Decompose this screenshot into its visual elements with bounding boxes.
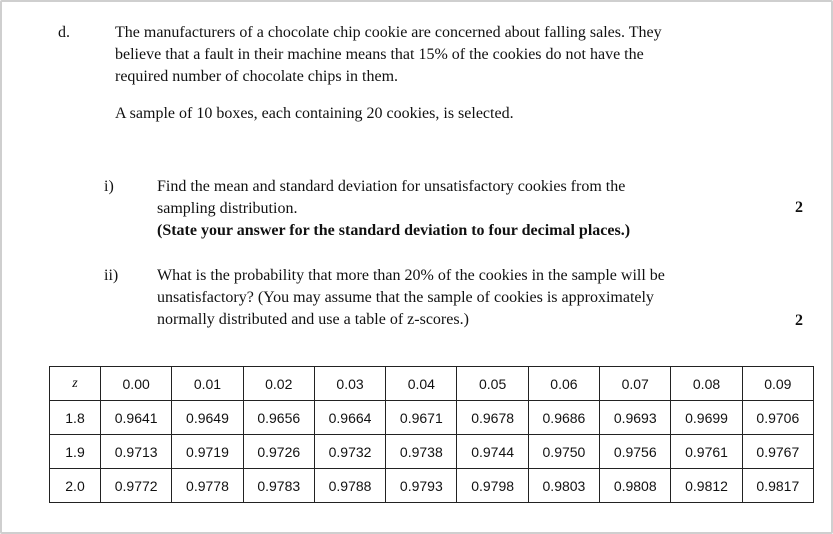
table-header-cell: 0.01: [171, 366, 244, 401]
table-header-cell: 0.05: [456, 366, 529, 401]
table-cell: 0.9817: [741, 468, 815, 503]
table-cell: 0.9798: [456, 468, 529, 503]
table-row: 2.0 0.9772 0.9778 0.9783 0.9788 0.9793 0…: [49, 468, 815, 503]
table-cell: 0.9803: [527, 468, 601, 503]
table-header-row: z 0.00 0.01 0.02 0.03 0.04 0.05 0.06 0.0…: [49, 366, 815, 401]
part-ii-line: unsatisfactory? (You may assume that the…: [157, 289, 654, 306]
intro-line: believe that a fault in their machine me…: [115, 46, 644, 63]
table-header-cell: 0.00: [99, 366, 173, 401]
table-cell: 0.9738: [385, 434, 458, 469]
part-ii-text: What is the probability that more than 2…: [157, 265, 757, 331]
table-header-cell: 0.07: [599, 366, 672, 401]
table-row: 1.9 0.9713 0.9719 0.9726 0.9732 0.9738 0…: [49, 434, 815, 469]
table-cell: 0.9649: [171, 400, 244, 435]
intro-line: required number of chocolate chips in th…: [115, 68, 399, 85]
table-header-cell: z: [49, 366, 101, 401]
table-cell: 0.9793: [385, 468, 458, 503]
table-cell: 0.9808: [599, 468, 672, 503]
table-header-cell: 0.03: [313, 366, 387, 401]
part-ii-label: ii): [104, 267, 119, 284]
table-header-cell: 0.09: [741, 366, 815, 401]
table-cell: 1.8: [49, 400, 101, 435]
part-ii-line: normally distributed and use a table of …: [157, 311, 469, 328]
part-ii-marks: 2: [795, 312, 803, 329]
table-cell: 0.9671: [385, 400, 458, 435]
table-cell: 0.9778: [171, 468, 244, 503]
part-i-marks: 2: [795, 199, 803, 216]
part-ii-line: What is the probability that more than 2…: [157, 267, 665, 284]
table-cell: 0.9750: [527, 434, 601, 469]
table-header-cell: 0.06: [527, 366, 601, 401]
part-i-line: sampling distribution.: [157, 200, 298, 217]
table-cell: 0.9726: [242, 434, 315, 469]
table-cell: 1.9: [49, 434, 101, 469]
table-cell: 0.9678: [456, 400, 529, 435]
table-cell: 0.9686: [527, 400, 601, 435]
part-i-line: Find the mean and standard deviation for…: [157, 178, 626, 195]
table-row: 1.8 0.9641 0.9649 0.9656 0.9664 0.9671 0…: [49, 400, 815, 435]
table-cell: 0.9756: [599, 434, 672, 469]
table-cell: 0.9761: [670, 434, 743, 469]
question-intro: The manufacturers of a chocolate chip co…: [115, 22, 765, 88]
intro-line: The manufacturers of a chocolate chip co…: [115, 24, 662, 41]
table-header-cell: 0.02: [242, 366, 315, 401]
part-i-label: i): [104, 178, 114, 195]
question-label: d.: [58, 24, 70, 41]
table-header-cell: 0.04: [385, 366, 458, 401]
table-cell: 0.9767: [741, 434, 815, 469]
table-cell: 0.9783: [242, 468, 315, 503]
table-header-cell: 0.08: [670, 366, 743, 401]
table-cell: 0.9772: [99, 468, 173, 503]
table-cell: 0.9744: [456, 434, 529, 469]
table-cell: 0.9699: [670, 400, 743, 435]
part-i-text: Find the mean and standard deviation for…: [157, 176, 757, 242]
table-cell: 0.9693: [599, 400, 672, 435]
table-cell: 0.9713: [99, 434, 173, 469]
table-cell: 0.9812: [670, 468, 743, 503]
table-cell: 0.9706: [741, 400, 815, 435]
table-cell: 0.9656: [242, 400, 315, 435]
table-cell: 0.9788: [313, 468, 387, 503]
part-i-instruction: (State your answer for the standard devi…: [157, 222, 631, 239]
table-cell: 0.9732: [313, 434, 387, 469]
table-cell: 0.9664: [313, 400, 387, 435]
table-cell: 2.0: [49, 468, 101, 503]
z-score-table: z 0.00 0.01 0.02 0.03 0.04 0.05 0.06 0.0…: [49, 366, 815, 503]
table-cell: 0.9719: [171, 434, 244, 469]
table-cell: 0.9641: [99, 400, 173, 435]
sample-statement: A sample of 10 boxes, each containing 20…: [115, 105, 514, 122]
